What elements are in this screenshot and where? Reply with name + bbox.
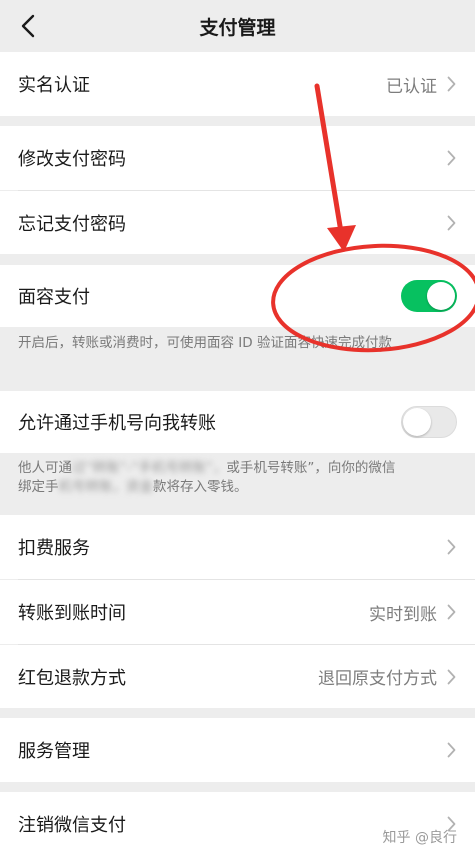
desc-text: 或手机号转账”，向你的微信	[226, 460, 396, 476]
row-service-manage[interactable]: 服务管理	[0, 718, 475, 782]
row-label: 允许通过手机号向我转账	[18, 413, 216, 434]
row-deduction[interactable]: 扣费服务	[0, 515, 475, 579]
chevron-right-icon	[445, 214, 457, 232]
row-label: 面容支付	[18, 287, 90, 308]
row-forgot-password[interactable]: 忘记支付密码	[0, 191, 475, 254]
row-change-password[interactable]: 修改支付密码	[0, 126, 475, 190]
row-face-pay: 面容支付	[0, 265, 475, 327]
row-value: 退回原支付方式	[318, 669, 437, 689]
page-title: 支付管理	[199, 16, 276, 39]
toggle-knob	[403, 408, 431, 436]
watermark: 知乎 @良行	[382, 830, 457, 846]
row-label: 扣费服务	[18, 538, 90, 559]
desc-text: 绑定手	[18, 479, 59, 495]
face-pay-toggle[interactable]	[401, 280, 457, 312]
row-label: 忘记支付密码	[18, 213, 126, 235]
row-phone-transfer: 允许通过手机号向我转账	[0, 391, 475, 453]
chevron-left-icon	[21, 14, 35, 38]
row-arrival-time[interactable]: 转账到账时间 实时到账	[0, 580, 475, 644]
row-label: 转账到账时间	[18, 603, 126, 624]
chevron-right-icon	[445, 668, 457, 686]
desc-text: 款将存入零钱。	[153, 479, 248, 495]
back-button[interactable]	[16, 12, 40, 40]
chevron-right-icon	[445, 741, 457, 759]
desc-redacted: 过“转账”-“手机号转账”，	[72, 460, 227, 476]
chevron-right-icon	[445, 603, 457, 621]
row-label: 实名认证	[18, 75, 90, 96]
phone-transfer-description: 他人可通过“转账”-“手机号转账”，或手机号转账”，向你的微信 绑定手机号转账，…	[18, 459, 458, 497]
chevron-right-icon	[445, 538, 457, 556]
toggle-knob	[427, 282, 455, 310]
row-real-name[interactable]: 实名认证 已认证	[0, 52, 475, 116]
chevron-right-icon	[445, 149, 457, 167]
face-pay-description: 开启后，转账或消费时，可使用面容 ID 验证面容快速完成付款	[18, 335, 392, 351]
desc-text: 他人可通	[18, 460, 72, 476]
row-refund-method[interactable]: 红包退款方式 退回原支付方式	[0, 645, 475, 708]
row-value: 已认证	[386, 76, 437, 97]
row-label: 注销微信支付	[18, 814, 126, 836]
nav-bar: 支付管理	[0, 0, 475, 52]
row-label: 修改支付密码	[18, 149, 126, 170]
row-value: 实时到账	[369, 604, 437, 625]
row-label: 红包退款方式	[18, 667, 126, 689]
row-label: 服务管理	[18, 741, 90, 762]
phone-transfer-toggle[interactable]	[401, 406, 457, 438]
chevron-right-icon	[445, 75, 457, 93]
desc-redacted: 机号转账，资金	[58, 479, 154, 495]
